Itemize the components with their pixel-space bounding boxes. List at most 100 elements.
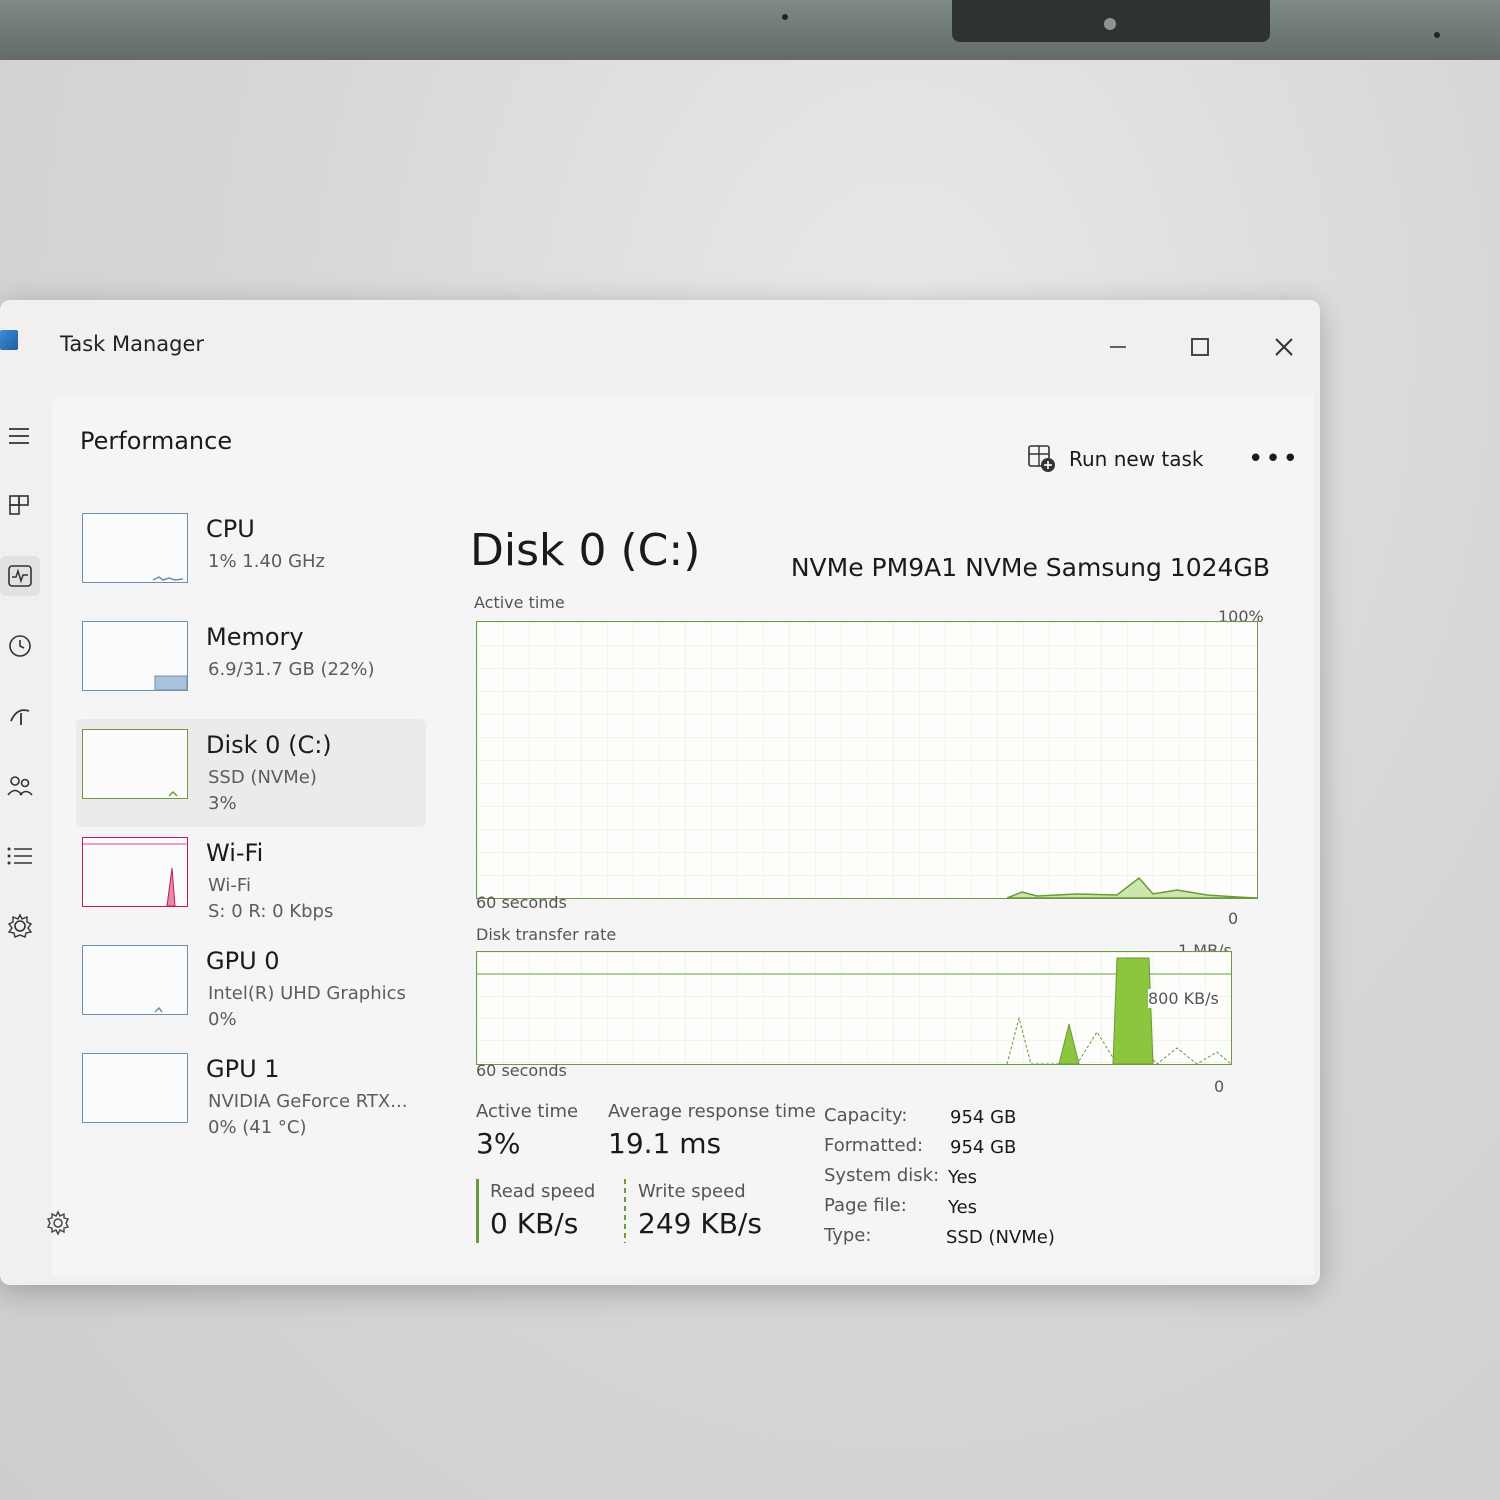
write-speed-value: 249 KB/s [638, 1207, 762, 1240]
capacity-value: 954 GB [950, 1107, 1017, 1128]
monitor-bezel [0, 0, 1500, 60]
avg-response-label: Average response time [608, 1101, 816, 1122]
resource-name: GPU 0 [206, 947, 280, 975]
resource-item-gpu1[interactable]: GPU 1 NVIDIA GeForce RTX... 0% (41 °C) [76, 1043, 426, 1151]
maximize-button[interactable] [1172, 325, 1228, 369]
minimize-button[interactable] [1090, 325, 1146, 369]
resource-detail: NVIDIA GeForce RTX... [208, 1091, 408, 1112]
disk-detail-panel: Disk 0 (C:) NVMe PM9A1 NVMe Samsung 1024… [470, 495, 1300, 1265]
transfer-rate-duration-label: 60 seconds [476, 1061, 567, 1080]
capacity-label: Capacity: [824, 1105, 908, 1126]
navigation-rail [0, 410, 56, 1270]
resource-list: CPU 1% 1.40 GHz Memory 6.9/31.7 GB (22%)… [76, 503, 426, 1151]
app-history-icon [9, 635, 31, 657]
resource-usage: 0% (41 °C) [208, 1117, 307, 1138]
type-value: SSD (NVMe) [946, 1227, 1055, 1248]
page-title: Performance [80, 427, 233, 455]
write-series [1112, 957, 1154, 1065]
performance-icon [8, 565, 32, 587]
webcam-housing [952, 0, 1270, 42]
read-speed-label: Read speed [490, 1181, 596, 1202]
formatted-label: Formatted: [824, 1135, 924, 1156]
memory-thumbnail-graph [82, 621, 188, 691]
resource-detail: Wi-Fi [208, 875, 251, 896]
bezel-dot [782, 14, 788, 20]
resource-detail: 6.9/31.7 GB (22%) [208, 659, 375, 680]
resource-item-cpu[interactable]: CPU 1% 1.40 GHz [76, 503, 426, 611]
services-icon [7, 913, 33, 938]
read-speed-legend-bar [476, 1179, 479, 1243]
resource-detail: Intel(R) UHD Graphics [208, 983, 406, 1004]
wifi-thumbnail-graph [82, 837, 188, 907]
run-new-task-button[interactable]: Run new task [1027, 439, 1204, 479]
active-time-stat-label: Active time [476, 1101, 579, 1122]
resource-item-disk0[interactable]: Disk 0 (C:) SSD (NVMe) 3% [76, 719, 426, 827]
gpu1-thumbnail-graph [82, 1053, 188, 1123]
resource-item-gpu0[interactable]: GPU 0 Intel(R) UHD Graphics 0% [76, 935, 426, 1043]
transfer-rate-min-label: 0 [1214, 1077, 1225, 1096]
webcam-lens [1104, 18, 1116, 30]
disk-thumbnail-graph [82, 729, 188, 799]
startup-apps-icon [10, 709, 30, 725]
page-file-label: Page file: [824, 1195, 907, 1216]
resource-detail: 1% 1.40 GHz [208, 551, 326, 572]
active-time-min-label: 0 [1228, 909, 1239, 928]
transfer-rate-chart-label: Disk transfer rate [476, 925, 617, 944]
resource-usage: S: 0 R: 0 Kbps [208, 901, 334, 922]
resource-name: Disk 0 (C:) [206, 731, 332, 759]
minimize-icon [1110, 346, 1126, 348]
transfer-rate-mid-label: 800 KB/s [1148, 989, 1219, 1008]
performance-panel: Performance Run new task ••• CPU 1% 1.40… [46, 395, 1314, 1275]
resource-item-memory[interactable]: Memory 6.9/31.7 GB (22%) [76, 611, 426, 719]
system-disk-label: System disk: [824, 1165, 940, 1186]
write-speed-label: Write speed [638, 1181, 746, 1202]
disk-title: Disk 0 (C:) [470, 525, 701, 576]
nav-app-history[interactable] [0, 626, 40, 666]
active-time-chart-label: Active time [474, 593, 565, 612]
read-speed-value: 0 KB/s [490, 1207, 579, 1240]
formatted-value: 954 GB [950, 1137, 1017, 1158]
resource-usage: 0% [208, 1009, 237, 1030]
settings-icon [46, 1210, 70, 1236]
title-bar[interactable]: Task Manager [0, 300, 1320, 390]
write-speed-legend-bar [624, 1179, 626, 1243]
close-button[interactable] [1256, 325, 1312, 369]
processes-icon [9, 495, 29, 515]
close-icon [1275, 338, 1293, 356]
resource-usage: 3% [208, 793, 237, 814]
settings-button[interactable] [38, 1203, 78, 1243]
bezel-dot [1434, 32, 1440, 38]
run-new-task-icon [1028, 445, 1055, 472]
resource-name: CPU [206, 515, 255, 543]
nav-details[interactable] [0, 836, 40, 876]
resource-name: Wi-Fi [206, 839, 264, 867]
nav-services[interactable] [0, 906, 40, 946]
type-label: Type: [824, 1225, 872, 1246]
resource-item-wifi[interactable]: Wi-Fi Wi-Fi S: 0 R: 0 Kbps [76, 827, 426, 935]
run-new-task-label: Run new task [1069, 447, 1204, 471]
nav-performance[interactable] [0, 556, 40, 596]
system-disk-value: Yes [948, 1167, 978, 1188]
disk-model: NVMe PM9A1 NVMe Samsung 1024GB [790, 553, 1270, 582]
page-file-value: Yes [948, 1197, 978, 1218]
resource-name: Memory [206, 623, 304, 651]
avg-response-value: 19.1 ms [608, 1127, 722, 1160]
resource-detail: SSD (NVMe) [208, 767, 317, 788]
window-title: Task Manager [60, 332, 205, 356]
task-manager-app-icon [0, 330, 18, 350]
hamburger-menu-button[interactable] [0, 416, 40, 456]
more-options-button[interactable]: ••• [1248, 439, 1298, 479]
hamburger-menu-icon [9, 428, 29, 444]
nav-startup-apps[interactable] [0, 696, 40, 736]
maximize-icon [1191, 338, 1209, 356]
resource-name: GPU 1 [206, 1055, 280, 1083]
cpu-thumbnail-graph [82, 513, 188, 583]
active-time-chart [476, 621, 1258, 899]
nav-users[interactable] [0, 766, 40, 806]
task-manager-window: Task Manager Performance Run new task ••… [0, 300, 1320, 1285]
users-icon [7, 776, 33, 796]
nav-processes[interactable] [0, 486, 40, 526]
gpu0-thumbnail-graph [82, 945, 188, 1015]
active-time-duration-label: 60 seconds [476, 893, 567, 912]
transfer-rate-chart [476, 951, 1232, 1065]
